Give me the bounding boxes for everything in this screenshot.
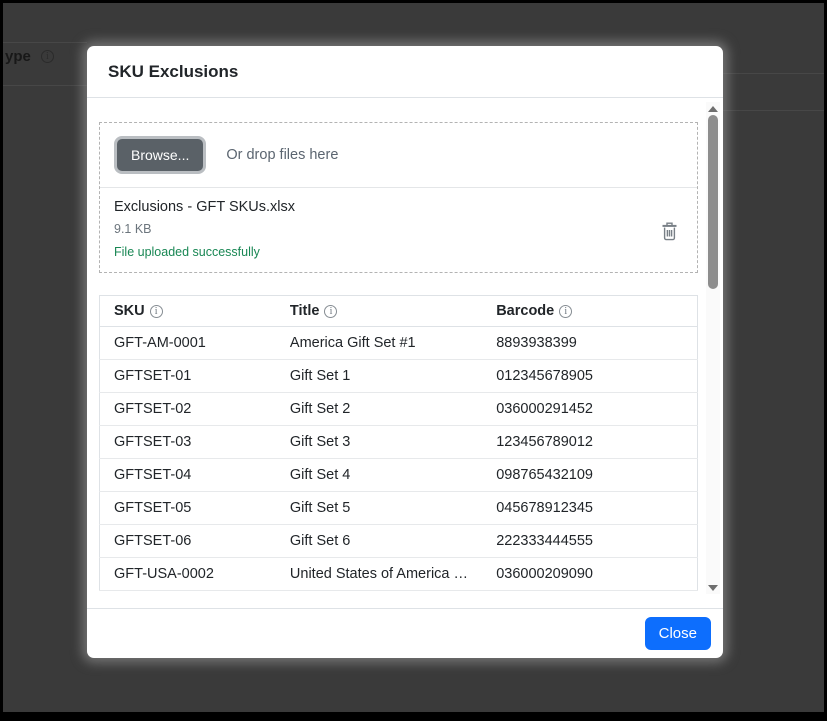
- cell-title: Gift Set 6: [276, 525, 482, 558]
- modal-title: SKU Exclusions: [108, 62, 238, 82]
- info-icon[interactable]: i: [324, 305, 337, 318]
- backdrop-table-line: [3, 42, 87, 43]
- table-row: GFT-AM-0001America Gift Set #18893938399: [100, 327, 698, 360]
- cell-sku: GFTSET-06: [100, 525, 276, 558]
- cell-barcode: 036000209090: [482, 558, 697, 591]
- modal-scrollbar[interactable]: [706, 102, 720, 594]
- cell-title: Gift Set 4: [276, 459, 482, 492]
- drop-files-hint: Or drop files here: [226, 147, 338, 163]
- cell-barcode: 098765432109: [482, 459, 697, 492]
- info-icon: i: [41, 50, 54, 63]
- backdrop-column-header-label: ype: [5, 48, 31, 65]
- cell-barcode: 222333444555: [482, 525, 697, 558]
- table-row: GFT-USA-0002United States of America Gif…: [100, 558, 698, 591]
- backdrop-table-line: [717, 110, 824, 111]
- cell-title: Gift Set 5: [276, 492, 482, 525]
- table-row: GFTSET-01Gift Set 1012345678905: [100, 360, 698, 393]
- table-row: GFTSET-05Gift Set 5045678912345: [100, 492, 698, 525]
- cell-barcode: 045678912345: [482, 492, 697, 525]
- backdrop-column-header: ype i: [5, 48, 54, 65]
- cell-barcode: 036000291452: [482, 393, 697, 426]
- cell-title: Gift Set 3: [276, 426, 482, 459]
- upload-status-message: File uploaded successfully: [114, 245, 683, 259]
- cell-sku: GFTSET-02: [100, 393, 276, 426]
- cell-sku: GFTSET-04: [100, 459, 276, 492]
- modal-body: Browse... Or drop files here Exclusions …: [87, 98, 723, 608]
- cell-title: Gift Set 2: [276, 393, 482, 426]
- column-header-title: Titlei: [276, 296, 482, 327]
- sku-exclusions-table: SKUi Titlei Barcodei GFT-AM-0001America …: [99, 295, 698, 591]
- table-row: GFTSET-04Gift Set 4098765432109: [100, 459, 698, 492]
- browse-button[interactable]: Browse...: [117, 139, 203, 171]
- modal-header: SKU Exclusions: [87, 46, 723, 98]
- cell-sku: GFTSET-05: [100, 492, 276, 525]
- cell-sku: GFT-AM-0001: [100, 327, 276, 360]
- column-header-sku: SKUi: [100, 296, 276, 327]
- cell-sku: GFTSET-03: [100, 426, 276, 459]
- cell-title: United States of America Gift ...: [276, 558, 482, 591]
- cell-barcode: 123456789012: [482, 426, 697, 459]
- cell-sku: GFTSET-01: [100, 360, 276, 393]
- scroll-down-icon[interactable]: [706, 580, 720, 594]
- cell-barcode: 012345678905: [482, 360, 697, 393]
- table-row: GFTSET-06Gift Set 6222333444555: [100, 525, 698, 558]
- cell-barcode: 8893938399: [482, 327, 697, 360]
- uploaded-file-item: Exclusions - GFT SKUs.xlsx 9.1 KB File u…: [100, 188, 697, 272]
- delete-file-button[interactable]: [659, 220, 680, 246]
- modal-footer: Close: [87, 608, 723, 658]
- uploaded-file-name: Exclusions - GFT SKUs.xlsx: [114, 199, 683, 215]
- file-dropzone[interactable]: Browse... Or drop files here Exclusions …: [99, 122, 698, 273]
- browse-row: Browse... Or drop files here: [100, 123, 697, 188]
- cell-title: Gift Set 1: [276, 360, 482, 393]
- column-header-barcode: Barcodei: [482, 296, 697, 327]
- cell-sku: GFT-USA-0002: [100, 558, 276, 591]
- backdrop-table-line: [717, 73, 824, 74]
- table-row: GFTSET-02Gift Set 2036000291452: [100, 393, 698, 426]
- backdrop-table-line: [3, 85, 87, 86]
- trash-icon: [661, 222, 678, 241]
- table-row: GFTSET-03Gift Set 3123456789012: [100, 426, 698, 459]
- scrollbar-thumb[interactable]: [708, 115, 718, 289]
- info-icon[interactable]: i: [559, 305, 572, 318]
- info-icon[interactable]: i: [150, 305, 163, 318]
- table-header-row: SKUi Titlei Barcodei: [100, 296, 698, 327]
- close-button[interactable]: Close: [645, 617, 711, 650]
- cell-title: America Gift Set #1: [276, 327, 482, 360]
- uploaded-file-size: 9.1 KB: [114, 222, 683, 236]
- sku-exclusions-modal: SKU Exclusions Browse... Or drop files h…: [87, 46, 723, 658]
- scroll-up-icon[interactable]: [706, 102, 720, 116]
